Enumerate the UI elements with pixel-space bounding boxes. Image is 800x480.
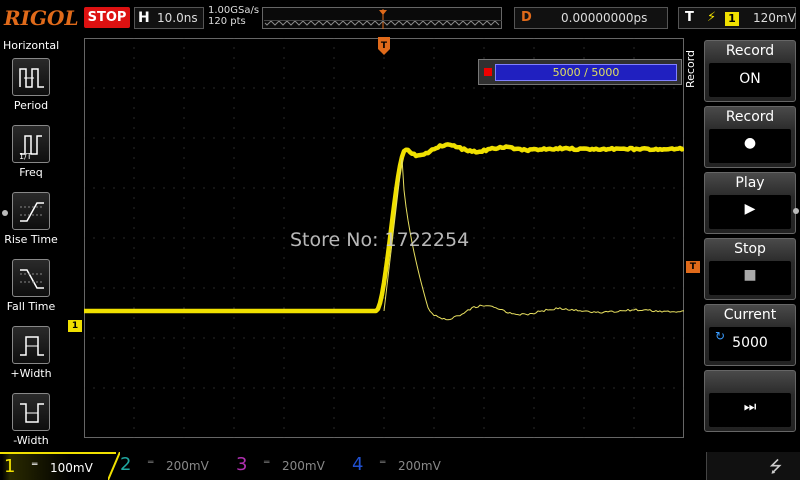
usb-status: ⭍ <box>706 452 800 480</box>
channel-4-scale: 200mV <box>398 459 441 473</box>
fall-time-icon <box>12 259 50 297</box>
channel-4-dc-coupling-icon: ═ <box>380 458 385 468</box>
delay-label: D <box>521 10 532 25</box>
trigger-label: T <box>685 10 694 25</box>
delay-readout[interactable]: D 0.00000000ps <box>514 7 668 29</box>
sample-rate: 1.00GSa/s <box>208 5 259 16</box>
channel-3-dc-coupling-icon: ═ <box>264 458 269 468</box>
current-frame-value: 5000 <box>709 335 791 351</box>
current-title: Current <box>705 307 795 323</box>
memory-depth: 120 pts <box>208 16 259 27</box>
usb-icon: ⭍ <box>769 456 782 480</box>
record-mode-title: Record <box>705 43 795 59</box>
trigger-level: 120mV <box>753 11 796 25</box>
record-mode-softkey[interactable]: Record ON <box>704 40 796 102</box>
trigger-readout[interactable]: T ⚡ 1 120mV <box>678 7 796 29</box>
measure-positive-width-button[interactable]: +Width <box>0 326 62 392</box>
next-frame-softkey[interactable]: ⏭ <box>704 370 796 432</box>
positive-width-icon <box>12 326 50 364</box>
record-progress-bar: 5000 / 5000 <box>495 64 677 81</box>
menu-page-indicator-left <box>2 210 8 216</box>
recording-indicator-icon <box>484 68 492 76</box>
trigger-position-marker[interactable]: T <box>378 37 390 55</box>
positive-width-label: +Width <box>0 367 62 380</box>
channel-3-number: 3 <box>236 454 247 475</box>
channel-3-tab[interactable]: 3 ═ 200mV <box>232 452 348 480</box>
measure-freq-button[interactable]: 1/T Freq <box>0 125 62 191</box>
trigger-level-marker[interactable]: T <box>686 261 700 273</box>
freq-icon: 1/T <box>12 125 50 163</box>
channel-2-dc-coupling-icon: ═ <box>148 458 153 468</box>
trigger-source: 1 <box>725 12 739 26</box>
channel-1-tab[interactable]: 1 ═ 100mV <box>0 452 116 480</box>
brand-logo: RIGOL <box>4 6 79 30</box>
channel-2-tab[interactable]: 2 ═ 200mV <box>116 452 232 480</box>
measure-menu-title: Horizontal <box>3 39 59 52</box>
play-softkey[interactable]: Play ▶ <box>704 172 796 234</box>
record-start-softkey[interactable]: Record ● <box>704 106 796 168</box>
horizontal-label: H <box>138 10 150 26</box>
rising-edge-icon: ⚡ <box>707 10 716 25</box>
channel-1-scale: 100mV <box>50 461 93 475</box>
negative-width-label: -Width <box>0 434 62 447</box>
channel-1-number: 1 <box>4 456 15 477</box>
svg-text:1/T: 1/T <box>19 152 32 160</box>
channel-1-dc-coupling-icon: ═ <box>32 460 37 470</box>
measure-negative-width-button[interactable]: -Width <box>0 393 62 459</box>
channel-4-number: 4 <box>352 454 363 475</box>
play-title: Play <box>705 175 795 191</box>
channel-2-number: 2 <box>120 454 131 475</box>
channel-bar: 1 ═ 100mV 2 ═ 200mV 3 ═ 200mV 4 ═ 200mV … <box>0 452 800 480</box>
measure-period-button[interactable]: Period <box>0 58 62 124</box>
stop-square-icon: ■ <box>709 267 791 283</box>
status-bar: RIGOL STOP H 10.0ns 1.00GSa/s 120 pts D … <box>0 0 800 36</box>
negative-width-icon <box>12 393 50 431</box>
record-mode-value: ON <box>709 71 791 87</box>
acquisition-info: 1.00GSa/s 120 pts <box>208 5 259 27</box>
store-watermark: Store No: 1722254 <box>290 229 469 251</box>
stop-softkey[interactable]: Stop ■ <box>704 238 796 300</box>
rise-time-label: Rise Time <box>0 233 62 246</box>
delay-value: 0.00000000ps <box>561 11 647 25</box>
channel-3-scale: 200mV <box>282 459 325 473</box>
record-progress-text: 5000 / 5000 <box>496 65 676 81</box>
rise-time-icon <box>12 192 50 230</box>
record-start-title: Record <box>705 109 795 125</box>
record-progress: 5000 / 5000 <box>478 59 682 85</box>
fall-time-label: Fall Time <box>0 300 62 313</box>
period-label: Period <box>0 99 62 112</box>
channel-2-scale: 200mV <box>166 459 209 473</box>
measure-menu: Horizontal Period 1/T Freq Rise Time Fal… <box>0 36 62 452</box>
run-stop-status[interactable]: STOP <box>84 7 130 28</box>
menu-page-indicator-right <box>793 208 799 214</box>
record-menu-title: Record <box>684 44 698 94</box>
timebase-value: 10.0ns <box>157 11 198 25</box>
horizontal-timebase[interactable]: H 10.0ns <box>134 7 204 29</box>
trigger-marker-label: T <box>381 41 388 51</box>
stop-title: Stop <box>705 241 795 257</box>
channel-4-tab[interactable]: 4 ═ 200mV <box>348 452 464 480</box>
play-icon: ▶ <box>709 201 791 217</box>
current-frame-softkey[interactable]: Current ↻ 5000 <box>704 304 796 366</box>
record-dot-icon: ● <box>709 135 791 151</box>
freq-label: Freq <box>0 166 62 179</box>
memory-overview <box>262 7 502 29</box>
skip-forward-icon: ⏭ <box>709 399 791 415</box>
measure-rise-time-button[interactable]: Rise Time <box>0 192 62 258</box>
measure-fall-time-button[interactable]: Fall Time <box>0 259 62 325</box>
ch1-offset-marker[interactable]: 1 <box>68 320 82 332</box>
period-icon <box>12 58 50 96</box>
